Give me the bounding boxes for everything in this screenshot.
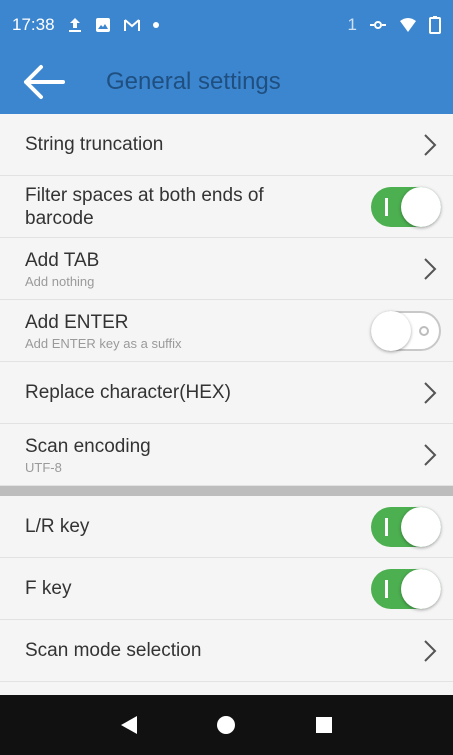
- setting-filter-spaces: Filter spaces at both ends of barcode: [0, 176, 453, 238]
- toggle-on-mark: [385, 517, 388, 536]
- toggle-knob: [371, 310, 411, 351]
- setting-add-enter: Add ENTER Add ENTER key as a suffix: [0, 300, 453, 362]
- settings-list: String truncation Filter spaces at both …: [0, 114, 453, 682]
- setting-title: Add ENTER: [25, 311, 129, 333]
- notification-count: 1: [347, 15, 357, 34]
- back-button[interactable]: [8, 50, 78, 114]
- setting-subtitle: Add nothing: [25, 273, 95, 289]
- back-triangle-icon: [120, 716, 137, 734]
- section-divider: [0, 486, 453, 496]
- setting-scan-mode-selection[interactable]: Scan mode selection: [0, 620, 453, 682]
- filter-spaces-toggle[interactable]: [371, 186, 441, 227]
- system-nav-bar: [0, 695, 453, 755]
- setting-title: Replace character(HEX): [25, 382, 231, 403]
- wifi-icon: [399, 17, 417, 33]
- status-bar: 17:38 1: [0, 0, 453, 50]
- setting-subtitle: Add ENTER key as a suffix: [25, 335, 182, 351]
- setting-add-tab[interactable]: Add TAB Add nothing: [0, 238, 453, 300]
- lr-key-toggle[interactable]: [371, 506, 441, 547]
- setting-title: Add TAB: [25, 249, 100, 271]
- dot-icon: [152, 22, 159, 28]
- image-icon: [95, 17, 111, 33]
- add-enter-toggle[interactable]: [371, 310, 441, 351]
- home-circle-icon: [217, 716, 236, 734]
- setting-scan-encoding[interactable]: Scan encoding UTF-8: [0, 424, 453, 486]
- battery-icon: [429, 16, 441, 34]
- page-title: General settings: [106, 68, 281, 95]
- upload-icon: [67, 16, 83, 34]
- gmail-icon: [123, 17, 141, 33]
- setting-subtitle: UTF-8: [25, 459, 62, 475]
- setting-title: L/R key: [25, 516, 90, 537]
- setting-lr-key: L/R key: [0, 496, 453, 558]
- chevron-right-icon: [419, 131, 441, 159]
- recents-square-icon: [316, 717, 333, 733]
- chevron-right-icon: [419, 255, 441, 283]
- toggle-on-mark: [385, 579, 388, 598]
- f-key-toggle[interactable]: [371, 568, 441, 609]
- chevron-right-icon: [419, 637, 441, 665]
- chevron-right-icon: [419, 379, 441, 407]
- status-time: 17:38: [12, 15, 55, 34]
- toggle-knob: [401, 506, 441, 547]
- setting-title: Scan encoding: [25, 435, 151, 457]
- setting-title: Filter spaces at both ends of barcode: [25, 184, 264, 229]
- setting-title: String truncation: [25, 134, 164, 155]
- setting-title: F key: [25, 578, 72, 599]
- nav-home-button[interactable]: [206, 705, 246, 745]
- setting-replace-character[interactable]: Replace character(HEX): [0, 362, 453, 424]
- toggle-on-mark: [385, 197, 388, 216]
- app-bar: General settings: [0, 50, 453, 114]
- toggle-knob: [401, 568, 441, 609]
- toggle-off-mark: [419, 325, 429, 336]
- setting-string-truncation[interactable]: String truncation: [0, 114, 453, 176]
- chevron-right-icon: [419, 441, 441, 469]
- toggle-knob: [401, 186, 441, 227]
- setting-title: Scan mode selection: [25, 640, 202, 661]
- nav-recents-button[interactable]: [304, 705, 344, 745]
- arrow-left-icon: [24, 65, 65, 99]
- setting-f-key: F key: [0, 558, 453, 620]
- wifi-calling-icon: [369, 17, 387, 33]
- nav-back-button[interactable]: [109, 705, 149, 745]
